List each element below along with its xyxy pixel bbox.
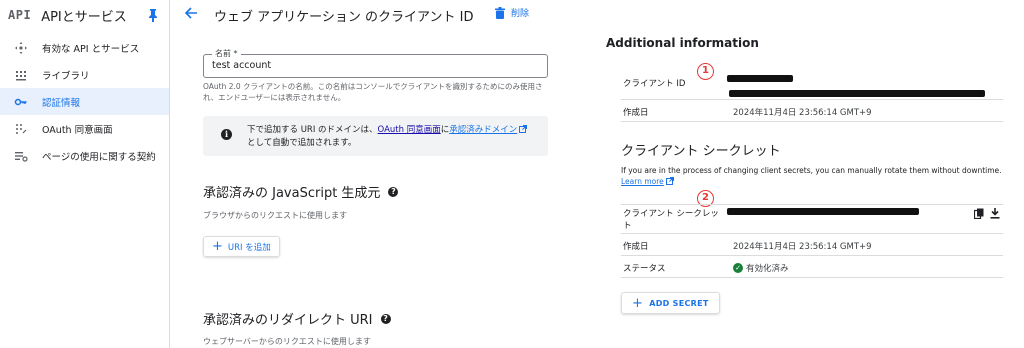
redirect-uris-subtitle: ウェブサーバーからのリクエストに使用します [203,337,371,346]
js-origins-title: 承認済みの JavaScript 生成元 ? [203,182,399,201]
name-field[interactable]: 名前 * test account [203,48,548,78]
secret-created-value: 2024年11月4日 23:56:14 GMT+9 [733,242,872,252]
secret-created-label: 作成日 [623,242,649,252]
external-link-icon [665,177,674,185]
copy-icon[interactable] [974,208,984,219]
authorized-domains-link-label: 承認済みドメイン [449,125,518,135]
redirect-uris-title-text: 承認済みのリダイレクト URI [203,313,373,328]
sidebar-title: APIとサービス [41,9,127,25]
trash-icon [495,6,505,19]
sidebar-item-library[interactable]: ライブラリ [0,61,169,88]
additional-info-panel: Additional information クライアント ID 1 作成日 2… [600,30,1024,348]
library-icon [14,68,28,82]
consent-screen-icon [14,122,28,136]
add-js-origin-uri-button[interactable]: + URI を追加 [203,236,280,257]
learn-more-link[interactable]: Learn more [621,177,674,186]
sidebar-header: API APIとサービス [0,0,169,30]
sidebar-item-credentials[interactable]: 認証情報 [0,88,169,115]
help-icon[interactable]: ? [380,313,391,324]
info-icon: i [221,129,232,140]
check-circle-icon: ✓ [733,263,743,273]
redacted-client-id [729,90,985,97]
status-value-text: 有効化済み [746,264,789,274]
add-uri-label: URI を追加 [227,242,271,253]
created-label: 作成日 [623,108,649,118]
add-secret-button[interactable]: + ADD SECRET [621,292,720,314]
api-services-icon [14,41,28,55]
info-box: i 下で追加する URI のドメインは、OAuth 同意画面に承認済みドメイン … [203,116,548,156]
client-id-row: クライアント ID [621,68,1003,100]
redacted-client-id [727,75,793,82]
sidebar-item-label: ライブラリ [42,70,90,82]
back-arrow-icon[interactable] [184,6,198,20]
page-title: ウェブ アプリケーション のクライアント ID [214,10,474,25]
external-link-icon [519,125,528,133]
created-value: 2024年11月4日 23:56:14 GMT+9 [733,108,872,118]
info-prefix: 下で追加する URI のドメインは、 [247,125,378,135]
learn-more-label: Learn more [621,177,664,186]
sidebar-item-page-usage[interactable]: ページの使用に関する契約 [0,142,169,169]
redacted-client-secret [727,208,919,215]
pin-icon[interactable] [147,8,159,22]
name-field-value[interactable]: test account [212,60,271,71]
key-icon [14,95,28,109]
additional-info-title: Additional information [606,36,759,50]
redirect-uris-title: 承認済みのリダイレクト URI ? [203,309,391,328]
sidebar-item-label: ページの使用に関する契約 [42,151,156,163]
name-field-label: 名前 * [212,48,241,59]
info-suffix: として自動で追加されます。 [247,138,357,148]
help-icon[interactable]: ? [388,186,399,197]
delete-button[interactable]: 削除 [495,6,529,19]
client-secret-title: クライアント シークレット [621,144,781,159]
name-hint: OAuth 2.0 クライアントの名前。この名前はコンソールでクライアントを識別… [203,82,543,102]
sidebar-item-oauth-consent[interactable]: OAuth 同意画面 [0,115,169,142]
authorized-domains-link[interactable]: 承認済みドメイン [449,125,528,135]
main-form: 名前 * test account OAuth 2.0 クライアントの名前。この… [170,30,600,348]
client-secret-description: If you are in the process of changing cl… [621,165,1006,187]
sidebar-item-label: OAuth 同意画面 [42,124,113,136]
client-created-row: 作成日 2024年11月4日 23:56:14 GMT+9 [621,100,1003,122]
info-mid: に [440,125,450,135]
sidebar-item-enabled-apis[interactable]: 有効な API とサービス [0,34,169,61]
plus-icon: + [632,295,644,311]
secret-description-text: If you are in the process of changing cl… [621,166,1002,175]
secret-status-row: ステータス ✓ 有効化済み [621,256,1003,278]
client-id-label: クライアント ID [623,79,686,89]
download-icon[interactable] [990,208,1000,219]
status-label: ステータス [623,264,666,274]
sidebar: API APIとサービス 有効な API とサービス ライブラリ 認証情報 OA… [0,0,170,348]
settings-list-icon [14,149,28,163]
sidebar-item-label: 認証情報 [42,97,81,109]
delete-label: 削除 [511,9,530,19]
js-origins-title-text: 承認済みの JavaScript 生成元 [203,186,381,201]
plus-icon: + [212,239,223,254]
status-value: ✓ 有効化済み [733,262,789,274]
sidebar-item-label: 有効な API とサービス [42,43,140,55]
top-bar: ウェブ アプリケーション のクライアント ID 削除 [170,0,1024,28]
secret-created-row: 作成日 2024年11月4日 23:56:14 GMT+9 [621,234,1003,256]
annotation-badge-1: 1 [697,63,714,80]
info-text: 下で追加する URI のドメインは、OAuth 同意画面に承認済みドメイン とし… [247,124,547,150]
client-secret-row: クライアント シークレット [621,204,1003,234]
api-logo: API [8,8,32,22]
add-secret-label: ADD SECRET [649,298,709,308]
js-origins-subtitle: ブラウザからのリクエストに使用します [203,211,347,220]
oauth-consent-link[interactable]: OAuth 同意画面 [378,125,441,135]
secret-label: クライアント シークレット [623,209,719,231]
